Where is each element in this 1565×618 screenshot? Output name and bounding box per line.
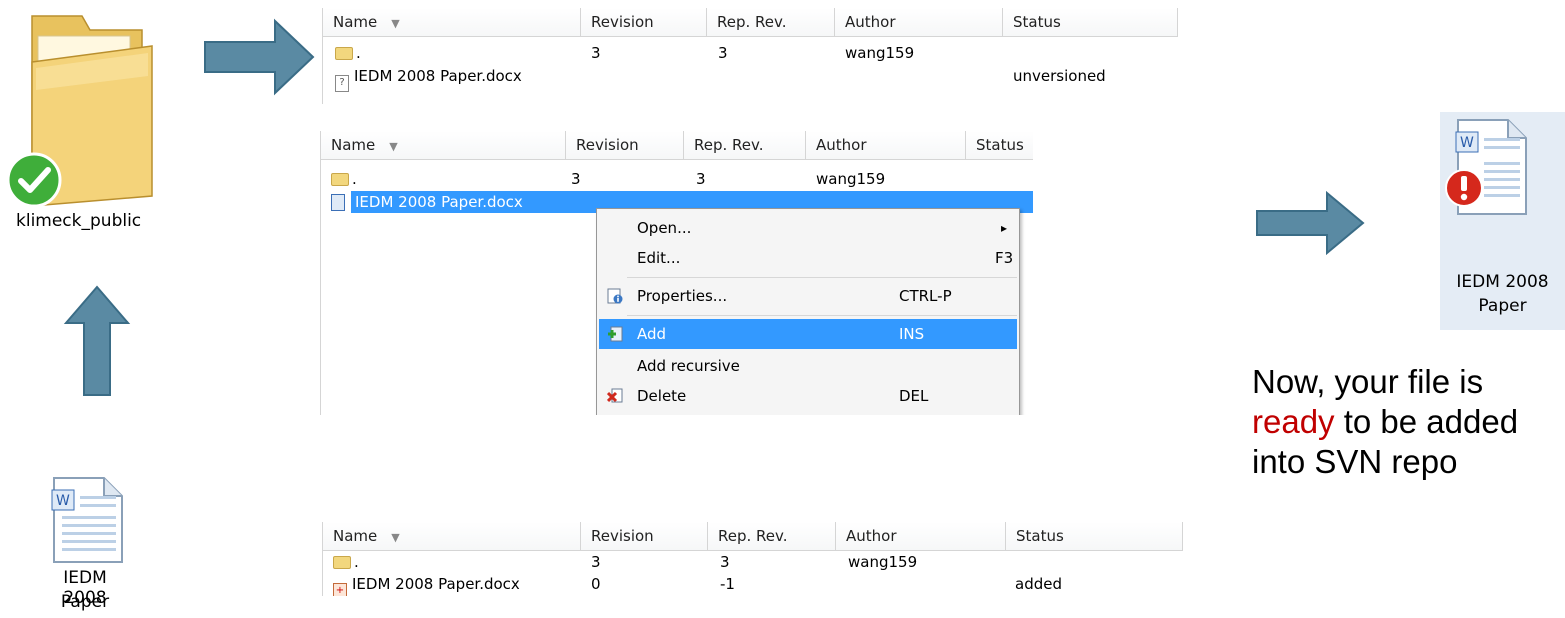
delete-x-icon — [607, 388, 623, 403]
menu-separator — [627, 315, 1017, 316]
word-document-icon[interactable]: W — [46, 476, 126, 564]
caption-line3: into SVN repo — [1252, 443, 1458, 480]
right-arrow-icon — [203, 18, 315, 96]
column-author[interactable]: Author — [806, 131, 966, 159]
menu-item-add[interactable]: Add INS — [599, 319, 1017, 349]
menu-item-properties[interactable]: Properties... CTRL-P — [599, 281, 1017, 311]
column-status[interactable]: Status — [1003, 8, 1178, 36]
column-revision[interactable]: Revision — [581, 522, 708, 550]
row-revision: 3 — [591, 553, 601, 571]
check-overlay-icon — [6, 152, 62, 208]
row-name: IEDM 2008 Paper.docx — [354, 67, 522, 85]
list-header: Name ▼ Revision Rep. Rev. Author Status — [321, 131, 1033, 160]
column-revision[interactable]: Revision — [566, 131, 684, 159]
row-status: unversioned — [1013, 67, 1106, 85]
menu-item-label: Delete — [637, 387, 687, 405]
list-header: Name ▼ Revision Rep. Rev. Author Status — [323, 8, 1178, 37]
column-status[interactable]: Status — [966, 131, 1033, 159]
column-name[interactable]: Name ▼ — [323, 522, 581, 550]
row-revision: 0 — [591, 575, 601, 593]
menu-item-label: Add — [637, 325, 667, 343]
sort-arrow-icon: ▼ — [391, 17, 400, 30]
submenu-arrow-icon: ▸ — [1001, 221, 1008, 235]
column-rep-rev[interactable]: Rep. Rev. — [708, 522, 836, 550]
row-author: wang159 — [848, 553, 918, 571]
menu-separator — [627, 277, 1017, 278]
row-rep-rev: 3 — [720, 553, 730, 571]
column-name[interactable]: Name ▼ — [321, 131, 566, 159]
table-row[interactable]: . 3 3 wang159 — [323, 551, 1183, 573]
context-menu: Open... ▸ Edit... F3 Properties... CTRL-… — [596, 208, 1020, 415]
caption-highlight: ready — [1252, 403, 1335, 440]
word-document-conflict-icon[interactable]: W IEDM 2008 Paper — [1440, 112, 1565, 330]
row-rep-rev: 3 — [696, 170, 706, 188]
folder-small-icon — [331, 173, 349, 186]
column-rep-rev[interactable]: Rep. Rev. — [684, 131, 806, 159]
row-author: wang159 — [816, 170, 886, 188]
column-author[interactable]: Author — [836, 522, 1006, 550]
column-revision[interactable]: Revision — [581, 8, 707, 36]
svn-file-list-2: Name ▼ Revision Rep. Rev. Author Status .… — [320, 131, 1033, 415]
row-revision: 3 — [571, 170, 581, 188]
svg-text:W: W — [1460, 135, 1474, 151]
row-revision: 3 — [591, 44, 601, 62]
folder-small-icon — [333, 556, 351, 569]
table-row[interactable]: . 3 3 wang159 — [323, 42, 1178, 64]
table-row[interactable]: . 3 3 wang159 — [321, 168, 1033, 190]
caption-line1: Now, your file is — [1252, 363, 1484, 400]
svn-file-list-1: Name ▼ Revision Rep. Rev. Author Status .… — [322, 8, 1178, 104]
add-plus-icon — [608, 326, 623, 342]
menu-item-label: Open... — [637, 219, 692, 237]
row-name: . — [354, 553, 359, 571]
added-file-icon: + — [333, 583, 347, 596]
svn-file-list-3: Name ▼ Revision Rep. Rev. Author Status .… — [322, 522, 1183, 596]
warning-overlay-icon — [1445, 169, 1483, 207]
row-rep-rev: -1 — [720, 575, 735, 593]
sort-arrow-icon: ▼ — [391, 531, 400, 544]
up-arrow-icon — [62, 285, 132, 397]
column-name[interactable]: Name ▼ — [323, 8, 581, 36]
column-author[interactable]: Author — [835, 8, 1003, 36]
svg-text:W: W — [56, 493, 70, 509]
doc-label-line2: Paper — [60, 592, 110, 612]
caption: Now, your file is ready to be added into… — [1252, 362, 1565, 482]
column-name-label: Name — [333, 527, 378, 545]
row-name: IEDM 2008 Paper.docx — [352, 575, 520, 593]
table-row[interactable]: ? IEDM 2008 Paper.docx unversioned — [323, 65, 1178, 92]
folder-label: klimeck_public — [16, 211, 142, 231]
menu-item-label: Properties... — [637, 287, 728, 305]
doc-label-line1: IEDM 2008 — [1456, 272, 1549, 292]
row-status: added — [1015, 575, 1062, 593]
menu-item-shortcut: INS — [899, 325, 925, 343]
column-name-label: Name — [333, 13, 378, 31]
row-name: IEDM 2008 Paper.docx — [355, 193, 523, 211]
row-name: . — [352, 170, 357, 188]
word-file-small-icon — [331, 194, 345, 211]
table-row[interactable]: + IEDM 2008 Paper.docx 0 -1 added — [323, 573, 1183, 596]
caption-line2-rest: to be added — [1334, 403, 1519, 440]
menu-item-label: Add recursive — [637, 357, 740, 375]
caption-line2: ready to be added — [1252, 402, 1565, 442]
row-rep-rev: 3 — [718, 44, 728, 62]
row-author: wang159 — [845, 44, 915, 62]
properties-icon — [607, 288, 623, 304]
doc-label-line2: Paper — [1478, 296, 1527, 316]
menu-item-shortcut: F3 — [995, 249, 1014, 267]
menu-item-delete[interactable]: Delete DEL — [599, 381, 1017, 411]
column-rep-rev[interactable]: Rep. Rev. — [707, 8, 835, 36]
row-name: . — [356, 44, 361, 62]
unversioned-file-icon: ? — [335, 75, 349, 92]
folder-small-icon — [335, 47, 353, 60]
right-arrow-icon — [1255, 190, 1367, 256]
column-name-label: Name — [331, 136, 376, 154]
sort-arrow-icon: ▼ — [389, 140, 398, 153]
list-header: Name ▼ Revision Rep. Rev. Author Status — [323, 522, 1183, 551]
column-status[interactable]: Status — [1006, 522, 1183, 550]
menu-item-add-recursive[interactable]: Add recursive — [599, 351, 1017, 381]
menu-item-shortcut: DEL — [899, 387, 929, 405]
menu-item-edit[interactable]: Edit... F3 — [599, 243, 1017, 273]
menu-item-shortcut: CTRL-P — [899, 287, 952, 305]
menu-item-open[interactable]: Open... ▸ — [599, 213, 1017, 243]
menu-item-label: Edit... — [637, 249, 681, 267]
